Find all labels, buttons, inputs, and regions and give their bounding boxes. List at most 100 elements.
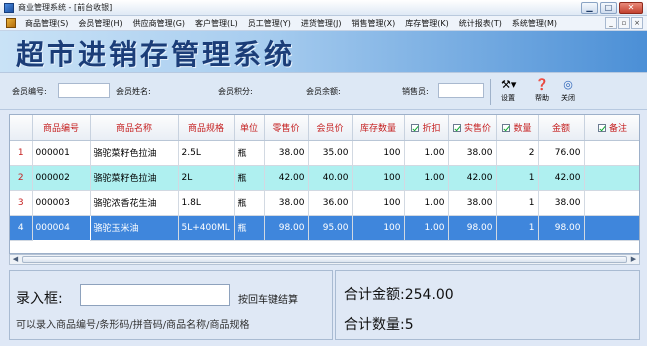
cell-retail[interactable]: 38.00 [264, 190, 309, 216]
total-quantity: 合计数量:5 [344, 314, 414, 334]
column-header-member-price[interactable]: 会员价 [308, 115, 353, 141]
cell-retail[interactable]: 42.00 [264, 165, 309, 191]
cell-member-price[interactable]: 36.00 [308, 190, 353, 216]
cell-retail[interactable]: 98.00 [264, 215, 309, 241]
mdi-restore-button[interactable]: ▫ [618, 17, 630, 29]
cell-code[interactable]: 000002 [32, 165, 91, 191]
cell-retail[interactable]: 38.00 [264, 140, 309, 166]
settings-button[interactable]: ⚒▾ 设置 [496, 79, 520, 107]
column-header-amount[interactable]: 金额 [538, 115, 585, 141]
close-tool-button[interactable]: ◎ 关闭 [556, 79, 580, 107]
cell-code[interactable]: 000003 [32, 190, 91, 216]
settings-label: 设置 [501, 94, 515, 102]
cell-qty[interactable]: 1 [496, 165, 539, 191]
menu-bar: 商品管理(S) 会员管理(H) 供应商管理(G) 客户管理(L) 员工管理(Y)… [0, 16, 647, 31]
cell-note[interactable] [584, 140, 639, 166]
menu-item-customers[interactable]: 客户管理(L) [190, 18, 243, 29]
cell-discount[interactable]: 1.00 [404, 215, 449, 241]
cell-unit[interactable]: 瓶 [234, 190, 265, 216]
cell-name[interactable]: 骆驼菜籽色拉油 [90, 140, 179, 166]
menu-item-sales[interactable]: 销售管理(X) [347, 18, 401, 29]
mdi-close-button[interactable]: × [631, 17, 643, 29]
horizontal-scrollbar[interactable]: ◀ ▶ [9, 254, 640, 265]
cell-qty[interactable]: 1 [496, 190, 539, 216]
menu-item-employees[interactable]: 员工管理(Y) [243, 18, 296, 29]
cell-note[interactable] [584, 165, 639, 191]
cell-qty[interactable]: 2 [496, 140, 539, 166]
mdi-minimize-button[interactable]: _ [605, 17, 617, 29]
menu-item-suppliers[interactable]: 供应商管理(G) [128, 18, 190, 29]
cell-spec[interactable]: 2.5L [178, 140, 235, 166]
column-header-stock[interactable]: 库存数量 [352, 115, 405, 141]
column-header-retail[interactable]: 零售价 [264, 115, 309, 141]
cell-note[interactable] [584, 215, 639, 241]
sales-grid[interactable]: 商品编号 商品名称 商品规格 单位 零售价 会员价 库存数量 折扣 实售价 数量… [9, 114, 640, 254]
scroll-thumb[interactable] [22, 256, 627, 263]
column-header-note[interactable]: 备注 [584, 115, 639, 141]
scroll-left-icon[interactable]: ◀ [10, 255, 21, 264]
cell-stock[interactable]: 100 [352, 140, 405, 166]
menu-item-products[interactable]: 商品管理(S) [20, 18, 73, 29]
column-header-spec[interactable]: 商品规格 [178, 115, 235, 141]
help-icon: ❓ [535, 78, 549, 91]
cell-stock[interactable]: 100 [352, 215, 405, 241]
help-button[interactable]: ❓ 帮助 [530, 79, 554, 107]
scroll-right-icon[interactable]: ▶ [628, 255, 639, 264]
table-row-selected[interactable]: 4 000004 骆驼玉米油 5L+400ML 瓶 98.00 95.00 10… [10, 214, 639, 241]
minimize-button[interactable]: ▁ [581, 2, 598, 14]
cell-amount[interactable]: 98.00 [538, 215, 585, 241]
cell-unit[interactable]: 瓶 [234, 140, 265, 166]
table-row[interactable]: 3 000003 骆驼浓香花生油 1.8L 瓶 38.00 36.00 100 … [10, 190, 639, 216]
column-header-name[interactable]: 商品名称 [90, 115, 179, 141]
cell-discount[interactable]: 1.00 [404, 190, 449, 216]
entry-hint: 按回车键结算 [238, 295, 298, 306]
cell-stock[interactable]: 100 [352, 165, 405, 191]
banner: 超市进销存管理系统 [0, 31, 647, 72]
cell-actual[interactable]: 98.00 [448, 215, 497, 241]
column-header-qty[interactable]: 数量 [496, 115, 539, 141]
cell-stock[interactable]: 100 [352, 190, 405, 216]
column-header-unit[interactable]: 单位 [234, 115, 265, 141]
column-header-actual[interactable]: 实售价 [448, 115, 497, 141]
cell-note[interactable] [584, 190, 639, 216]
menu-item-reports[interactable]: 统计报表(T) [454, 18, 507, 29]
cell-amount[interactable]: 76.00 [538, 140, 585, 166]
total-amount: 合计金额:254.00 [344, 284, 454, 304]
cell-member-price[interactable]: 35.00 [308, 140, 353, 166]
column-header-discount[interactable]: 折扣 [404, 115, 449, 141]
cell-unit[interactable]: 瓶 [234, 165, 265, 191]
cell-name[interactable]: 骆驼浓香花生油 [90, 190, 179, 216]
cell-actual[interactable]: 38.00 [448, 190, 497, 216]
cell-discount[interactable]: 1.00 [404, 165, 449, 191]
cell-spec[interactable]: 5L+400ML [178, 215, 235, 241]
cell-member-price[interactable]: 95.00 [308, 215, 353, 241]
cell-name[interactable]: 骆驼玉米油 [90, 215, 179, 241]
menu-item-members[interactable]: 会员管理(H) [73, 18, 127, 29]
cell-code[interactable]: 000004 [31, 214, 91, 241]
cell-member-price[interactable]: 40.00 [308, 165, 353, 191]
cell-unit[interactable]: 瓶 [234, 215, 265, 241]
cell-spec[interactable]: 1.8L [178, 190, 235, 216]
cell-spec[interactable]: 2L [178, 165, 235, 191]
menu-item-system[interactable]: 系统管理(M) [507, 18, 562, 29]
close-button[interactable]: ✕ [619, 2, 643, 14]
entry-input[interactable] [80, 284, 230, 306]
member-id-field[interactable] [58, 83, 110, 98]
table-row[interactable]: 1 000001 骆驼菜籽色拉油 2.5L 瓶 38.00 35.00 100 … [10, 140, 639, 166]
total-amount-label: 合计金额: [344, 287, 405, 303]
menu-item-purchasing[interactable]: 进货管理(J) [296, 18, 347, 29]
cell-amount[interactable]: 42.00 [538, 165, 585, 191]
cell-code[interactable]: 000001 [32, 140, 91, 166]
cell-actual[interactable]: 42.00 [448, 165, 497, 191]
cell-actual[interactable]: 38.00 [448, 140, 497, 166]
menu-item-inventory[interactable]: 库存管理(K) [400, 18, 454, 29]
table-row[interactable]: 2 000002 骆驼菜籽色拉油 2L 瓶 42.00 40.00 100 1.… [10, 165, 639, 191]
column-header-code[interactable]: 商品编号 [32, 115, 91, 141]
cell-qty[interactable]: 1 [496, 215, 539, 241]
salesperson-field[interactable] [438, 83, 484, 98]
row-number: 4 [10, 215, 33, 241]
cell-name[interactable]: 骆驼菜籽色拉油 [90, 165, 179, 191]
maximize-button[interactable]: □ [600, 2, 617, 14]
cell-amount[interactable]: 38.00 [538, 190, 585, 216]
cell-discount[interactable]: 1.00 [404, 140, 449, 166]
